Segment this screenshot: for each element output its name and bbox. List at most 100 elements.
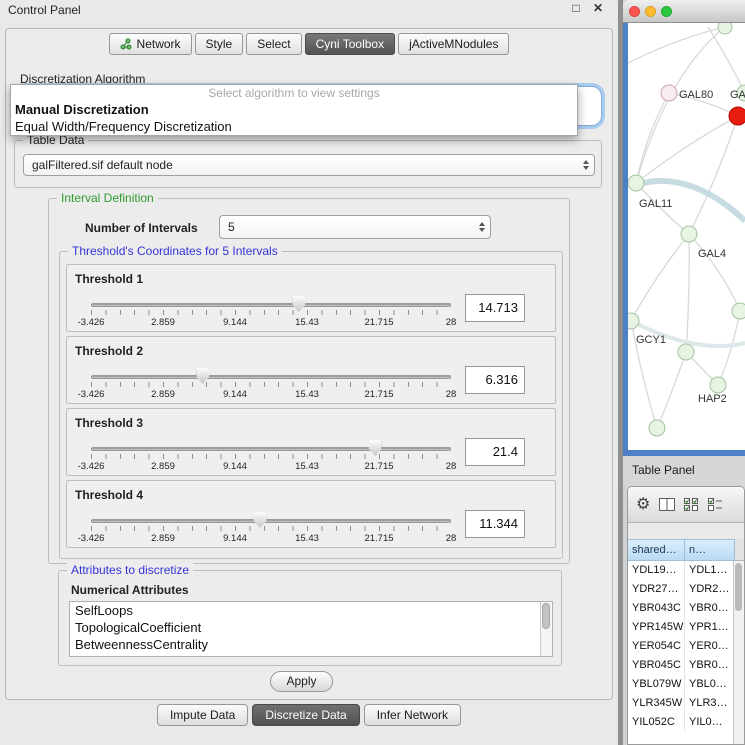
tab-label: Style xyxy=(206,37,233,51)
table-row[interactable]: YDL19… YDL1… xyxy=(628,561,735,580)
close-window-button[interactable]: ✕ xyxy=(590,1,606,15)
threshold-2-value-input[interactable]: 6.316 xyxy=(465,366,525,394)
table-cell[interactable]: YLR3… xyxy=(685,694,735,713)
tab-network[interactable]: Network xyxy=(109,33,192,55)
table-row[interactable]: YBR043C YBR0… xyxy=(628,599,735,618)
table-cell[interactable]: YDR27… xyxy=(628,580,685,599)
network-node-GAL80[interactable] xyxy=(661,85,677,101)
table-cell[interactable]: YER054C xyxy=(628,637,685,656)
table-row[interactable]: YIL052C YIL0… xyxy=(628,713,735,732)
scale-label: 15.43 xyxy=(295,533,319,544)
table-cell[interactable]: YDL19… xyxy=(628,561,685,580)
network-view-window: GAL80 GA GAL11 GAL4 GCY1 HAP2 xyxy=(623,0,745,456)
column-header-name[interactable]: n… xyxy=(685,539,735,561)
interval-definition-group-title: Interval Definition xyxy=(57,191,158,205)
table-cell[interactable]: YPR145W xyxy=(628,618,685,637)
checkbox-list-icon[interactable] xyxy=(708,498,723,511)
table-cell[interactable]: YBR045C xyxy=(628,656,685,675)
table-data-combobox-value: galFiltered.sif default node xyxy=(32,158,173,172)
table-cell[interactable]: YBL079W xyxy=(628,675,685,694)
threshold-1-value-input[interactable]: 14.713 xyxy=(465,294,525,322)
column-header-shared[interactable]: shared… xyxy=(628,539,685,561)
gear-icon[interactable]: ⚙ xyxy=(636,497,650,513)
tab-label: Cyni Toolbox xyxy=(316,37,384,51)
scale-label: 21.715 xyxy=(364,389,393,400)
threshold-1-slider[interactable]: -3.426 2.859 9.144 15.43 21.715 28 xyxy=(91,295,451,331)
screen: Control Panel □ ✕ Network Style Select xyxy=(0,0,745,745)
table-cell[interactable]: YBR0… xyxy=(685,599,735,618)
slider-ticks xyxy=(91,526,451,531)
table-scrollbar-thumb[interactable] xyxy=(735,563,742,611)
network-node-GAL4[interactable] xyxy=(681,226,697,242)
tab-style[interactable]: Style xyxy=(195,33,244,55)
algorithm-option-equal-width[interactable]: Equal Width/Frequency Discretization xyxy=(11,118,577,135)
table-row[interactable]: YBR045C YBR0… xyxy=(628,656,735,675)
table-row[interactable]: YLR345W YLR3… xyxy=(628,694,735,713)
table-cell[interactable]: YDL1… xyxy=(685,561,735,580)
algorithm-option-manual[interactable]: Manual Discretization xyxy=(11,101,577,118)
scale-label: 15.43 xyxy=(295,317,319,328)
tab-impute-data[interactable]: Impute Data xyxy=(157,704,248,726)
columns-icon[interactable] xyxy=(659,498,675,511)
list-item[interactable]: BetweennessCentrality xyxy=(70,636,552,653)
tab-discretize-data[interactable]: Discretize Data xyxy=(252,704,359,726)
list-scrollbar[interactable] xyxy=(540,602,552,656)
list-item[interactable]: TopologicalCoefficient xyxy=(70,619,552,636)
table-cell[interactable]: YDR2… xyxy=(685,580,735,599)
table-scrollbar[interactable] xyxy=(733,561,744,744)
tab-label: Select xyxy=(257,37,290,51)
threshold-1-panel: Threshold 1 -3.426 2.859 9.144 15.43 21.… xyxy=(66,264,556,332)
mac-close-button[interactable] xyxy=(629,6,640,17)
table-cell[interactable]: YBL0… xyxy=(685,675,735,694)
window-title: Control Panel xyxy=(8,3,81,17)
number-of-intervals-label: Number of Intervals xyxy=(85,221,198,235)
threshold-3-value-input[interactable]: 21.4 xyxy=(465,438,525,466)
checkbox-grid-icon[interactable] xyxy=(684,498,699,511)
table-cell[interactable]: YBR0… xyxy=(685,656,735,675)
table-cell[interactable]: YIL052C xyxy=(628,713,685,732)
scale-label: 28 xyxy=(446,533,457,544)
table-row[interactable]: YBL079W YBL0… xyxy=(628,675,735,694)
number-of-intervals-combobox[interactable]: 5 xyxy=(219,215,491,239)
table-cell[interactable]: YLR345W xyxy=(628,694,685,713)
table-data-combobox[interactable]: galFiltered.sif default node xyxy=(23,154,595,176)
control-panel-window: Control Panel □ ✕ Network Style Select xyxy=(0,0,618,745)
network-node-HAP2[interactable] xyxy=(710,377,726,393)
tab-jactivemnodules[interactable]: jActiveMNodules xyxy=(398,33,509,55)
network-node[interactable] xyxy=(649,420,665,436)
network-node[interactable] xyxy=(678,344,694,360)
tab-select[interactable]: Select xyxy=(246,33,301,55)
float-window-button[interactable]: □ xyxy=(568,1,584,15)
slider-track xyxy=(91,519,451,523)
tab-infer-network[interactable]: Infer Network xyxy=(364,704,461,726)
threshold-4-slider[interactable]: -3.426 2.859 9.144 15.43 21.715 28 xyxy=(91,511,451,547)
network-node-selected-red[interactable] xyxy=(729,107,745,125)
threshold-4-value-input[interactable]: 11.344 xyxy=(465,510,525,538)
list-item[interactable]: SelfLoops xyxy=(70,602,552,619)
algorithm-prompt-item[interactable]: Select algorithm to view settings xyxy=(11,85,577,101)
network-node-GCY1[interactable] xyxy=(628,313,639,329)
apply-button[interactable]: Apply xyxy=(270,671,333,692)
table-cell[interactable]: YIL0… xyxy=(685,713,735,732)
table-cell[interactable]: YBR043C xyxy=(628,599,685,618)
tab-cyni-toolbox[interactable]: Cyni Toolbox xyxy=(305,33,395,55)
table-row[interactable]: YER054C YER0… xyxy=(628,637,735,656)
network-canvas[interactable]: GAL80 GA GAL11 GAL4 GCY1 HAP2 xyxy=(628,23,745,450)
table-row[interactable]: YPR145W YPR1… xyxy=(628,618,735,637)
table-cell[interactable]: YPR1… xyxy=(685,618,735,637)
scale-label: 9.144 xyxy=(223,461,247,472)
threshold-2-slider[interactable]: -3.426 2.859 9.144 15.43 21.715 28 xyxy=(91,367,451,403)
mac-minimize-button[interactable] xyxy=(645,6,656,17)
network-node[interactable] xyxy=(732,303,745,319)
threshold-3-slider[interactable]: -3.426 2.859 9.144 15.43 21.715 28 xyxy=(91,439,451,475)
mac-zoom-button[interactable] xyxy=(661,6,672,17)
list-scrollbar-thumb[interactable] xyxy=(542,603,550,629)
table-data-group: Table Data galFiltered.sif default node xyxy=(14,140,602,188)
network-node-GAL11[interactable] xyxy=(628,175,644,191)
slider-ticks xyxy=(91,454,451,459)
network-node[interactable] xyxy=(718,23,732,34)
table-cell[interactable]: YER0… xyxy=(685,637,735,656)
table-body: YDL19… YDL1… YDR27… YDR2… YBR043C YBR0… … xyxy=(628,561,735,744)
algorithm-dropdown-popup: Select algorithm to view settings Manual… xyxy=(10,84,578,136)
table-row[interactable]: YDR27… YDR2… xyxy=(628,580,735,599)
